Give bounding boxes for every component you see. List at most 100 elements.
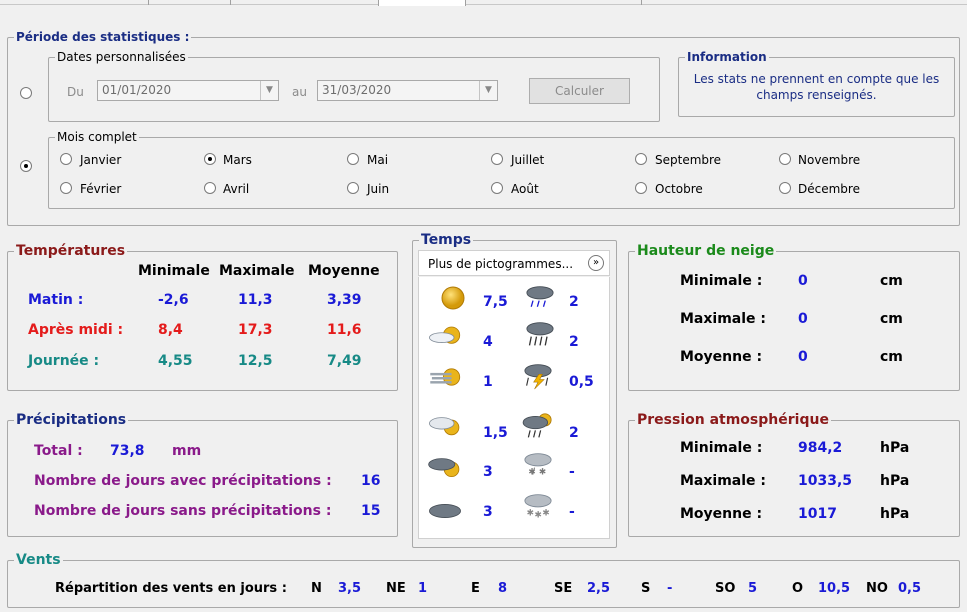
radio-novembre[interactable] xyxy=(779,153,791,165)
temp-journee-min: 4,55 xyxy=(158,353,193,369)
temps-value-orage: 0,5 xyxy=(569,374,594,390)
temp-row-label-matin: Matin : xyxy=(28,292,84,308)
date-du-combo[interactable]: 01/01/2020 ▼ xyxy=(97,80,279,101)
temp-journee-max: 12,5 xyxy=(238,353,273,369)
vent-dir-no: NO xyxy=(866,581,888,596)
month-label-aout: Août xyxy=(511,182,539,196)
radio-janvier[interactable] xyxy=(60,153,72,165)
snow-icon: ✱ ✱ ✱ xyxy=(524,494,552,520)
radio-decembre[interactable] xyxy=(779,182,791,194)
information-text: Les stats ne prennent en compte que les … xyxy=(693,72,940,102)
precip-total-value: 73,8 xyxy=(110,443,145,459)
precipitations-title: Précipitations xyxy=(14,412,129,428)
temp-apres-midi-moy: 11,6 xyxy=(327,322,362,338)
precip-sans-label: Nombre de jours sans précipitations : xyxy=(34,503,332,519)
radio-mars[interactable] xyxy=(204,153,216,165)
radio-juillet[interactable] xyxy=(491,153,503,165)
vents-label: Répartition des vents en jours : xyxy=(55,581,287,596)
temps-value-forte-pluie: 2 xyxy=(569,334,579,350)
dates-title: Dates personnalisées xyxy=(55,49,188,65)
svg-text:✱: ✱ xyxy=(542,509,549,519)
precip-total-label: Total : xyxy=(34,443,83,459)
neige-value-max: 0 xyxy=(798,311,808,327)
chevron-down-icon[interactable]: ▼ xyxy=(479,81,497,100)
pression-label-moy: Moyenne : xyxy=(680,506,763,522)
vents-title: Vents xyxy=(14,552,63,568)
sleet-icon: ✱ ✱ xyxy=(524,453,552,478)
temps-value-averses: 2 xyxy=(569,425,579,441)
temps-title: Temps xyxy=(419,232,474,248)
neige-title: Hauteur de neige xyxy=(635,243,777,259)
plus-de-pictogrammes-button[interactable]: Plus de pictogrammes... » xyxy=(418,250,610,276)
vent-value-n: 3,5 xyxy=(338,581,362,596)
temp-apres-midi-min: 8,4 xyxy=(158,322,183,338)
radio-septembre[interactable] xyxy=(635,153,647,165)
temps-value-tres-nuageux: 3 xyxy=(483,464,493,480)
radio-mai[interactable] xyxy=(347,153,359,165)
tab-selected[interactable] xyxy=(378,0,466,6)
neige-label-min: Minimale : xyxy=(680,273,763,289)
temps-value-soleil: 7,5 xyxy=(483,294,508,310)
pression-unit-moy: hPa xyxy=(880,506,910,522)
svg-text:✱: ✱ xyxy=(535,510,542,520)
periode-title: Période des statistiques : xyxy=(14,29,192,45)
pictos-label: Plus de pictogrammes... xyxy=(428,257,574,271)
sun-icon xyxy=(441,286,465,310)
temp-apres-midi-max: 17,3 xyxy=(238,322,273,338)
neige-group: Hauteur de neige xyxy=(628,243,960,391)
pression-unit-max: hPa xyxy=(880,473,910,489)
pression-group: Pression atmosphérique xyxy=(628,412,960,537)
thunderstorm-icon xyxy=(524,364,552,390)
radio-juin[interactable] xyxy=(347,182,359,194)
neige-unit-moy: cm xyxy=(880,349,903,365)
neige-label-max: Maximale : xyxy=(680,311,767,327)
calculer-button[interactable]: Calculer xyxy=(529,78,630,104)
temp-journee-moy: 7,49 xyxy=(327,353,362,369)
precip-avec-label: Nombre de jours avec précipitations : xyxy=(34,473,332,489)
vent-dir-n: N xyxy=(311,581,322,596)
radio-octobre[interactable] xyxy=(635,182,647,194)
vent-dir-e: E xyxy=(471,581,480,596)
pression-value-moy: 1017 xyxy=(798,506,837,522)
pression-title: Pression atmosphérique xyxy=(635,412,831,428)
temps-value-couvert: 3 xyxy=(483,504,493,520)
au-label: au xyxy=(292,85,307,99)
heavy-rain-icon xyxy=(526,322,554,346)
svg-text:✱: ✱ xyxy=(539,468,546,478)
date-au-combo[interactable]: 31/03/2020 ▼ xyxy=(317,80,498,101)
chevron-double-down-icon[interactable]: » xyxy=(588,255,604,271)
temp-header-moy: Moyenne xyxy=(308,263,380,279)
chevron-down-icon[interactable]: ▼ xyxy=(260,81,278,100)
precip-sans-value: 15 xyxy=(361,503,381,519)
cloudy-sun-icon xyxy=(428,458,460,478)
information-group: Information Les stats ne prennent en com… xyxy=(678,49,955,117)
temp-header-max: Maximale xyxy=(219,263,295,279)
temps-value-brume: 1 xyxy=(483,374,493,390)
vent-dir-se: SE xyxy=(554,581,573,596)
information-title: Information xyxy=(685,49,769,65)
vent-dir-o: O xyxy=(792,581,804,596)
temp-header-min: Minimale xyxy=(138,263,210,279)
du-label: Du xyxy=(67,85,84,99)
temps-value-voile: 4 xyxy=(483,334,493,350)
vent-value-e: 8 xyxy=(498,581,508,596)
radio-fevrier[interactable] xyxy=(60,182,72,194)
radio-dates-personnalisees[interactable] xyxy=(20,87,32,99)
month-label-mars: Mars xyxy=(223,153,252,167)
mois-group: Mois complet xyxy=(48,129,955,209)
radio-mois-complet[interactable] xyxy=(20,160,32,172)
month-label-octobre: Octobre xyxy=(655,182,703,196)
tab-divider xyxy=(148,0,149,5)
svg-text:✱: ✱ xyxy=(527,509,534,519)
temp-matin-moy: 3,39 xyxy=(327,292,362,308)
vent-value-o: 10,5 xyxy=(818,581,851,596)
radio-aout[interactable] xyxy=(491,182,503,194)
sun-rain-icon xyxy=(522,413,552,438)
partly-cloudy-icon xyxy=(429,417,460,436)
temp-matin-max: 11,3 xyxy=(238,292,273,308)
radio-avril[interactable] xyxy=(204,182,216,194)
neige-value-moy: 0 xyxy=(798,349,808,365)
vent-value-s: - xyxy=(667,581,673,596)
sun-behind-cloud-icon xyxy=(429,326,461,344)
tab-divider xyxy=(641,0,642,5)
